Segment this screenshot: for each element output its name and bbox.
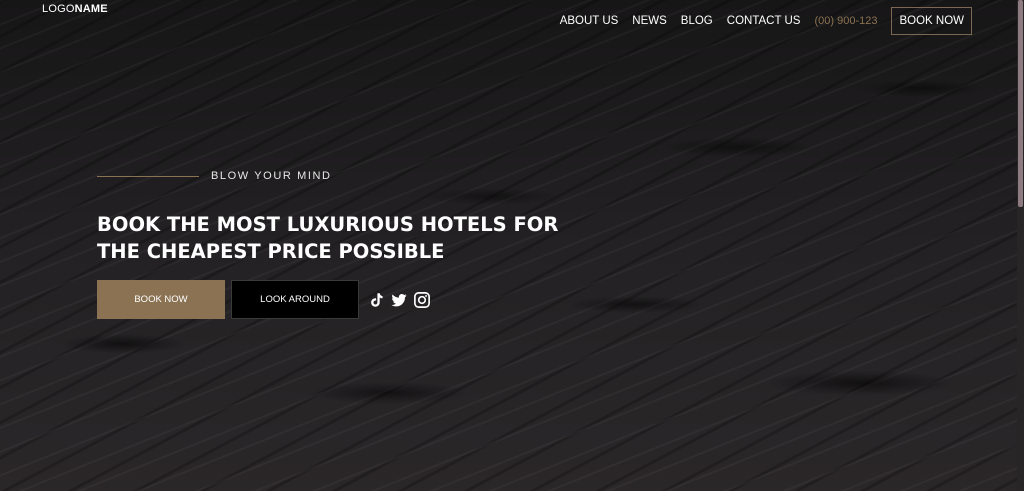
hero-headline: BOOK THE MOST LUXURIOUS HOTELS FOR THE C… [97,211,597,265]
eyebrow-text: BLOW YOUR MIND [211,170,332,182]
hero-book-now-button[interactable]: BOOK NOW [97,280,225,319]
nav-book-now-button[interactable]: BOOK NOW [891,7,972,35]
nav-link-about-us[interactable]: ABOUT US [560,15,619,27]
nav-link-contact-us[interactable]: CONTACT US [727,15,801,27]
tiktok-icon[interactable] [367,291,385,309]
social-links [367,291,436,309]
nav-link-news[interactable]: NEWS [632,15,667,27]
nav-phone-number[interactable]: (00) 900-123 [814,15,877,27]
headline-line-1: BOOK THE MOST LUXURIOUS HOTELS FOR [97,213,559,236]
instagram-icon[interactable] [413,291,431,309]
logo-bold-text: NAME [74,3,108,15]
headline-line-2: THE CHEAPEST PRICE POSSIBLE [97,240,445,263]
page-scrollbar[interactable] [1017,0,1024,491]
hero-cta-row: BOOK NOW LOOK AROUND [97,280,657,319]
top-nav: ABOUT US NEWS BLOG CONTACT US (00) 900-1… [546,7,972,35]
scrollbar-thumb[interactable] [1018,0,1023,207]
hero-look-around-button[interactable]: LOOK AROUND [231,280,359,319]
twitter-icon[interactable] [390,291,408,309]
logo-light-text: LOGO [42,3,75,15]
hero-section: BLOW YOUR MIND BOOK THE MOST LUXURIOUS H… [97,168,657,319]
eyebrow-divider-line [97,175,199,177]
hero-eyebrow: BLOW YOUR MIND [97,168,657,184]
logo[interactable]: LOGONAME [42,3,108,15]
nav-link-blog[interactable]: BLOG [681,15,713,27]
